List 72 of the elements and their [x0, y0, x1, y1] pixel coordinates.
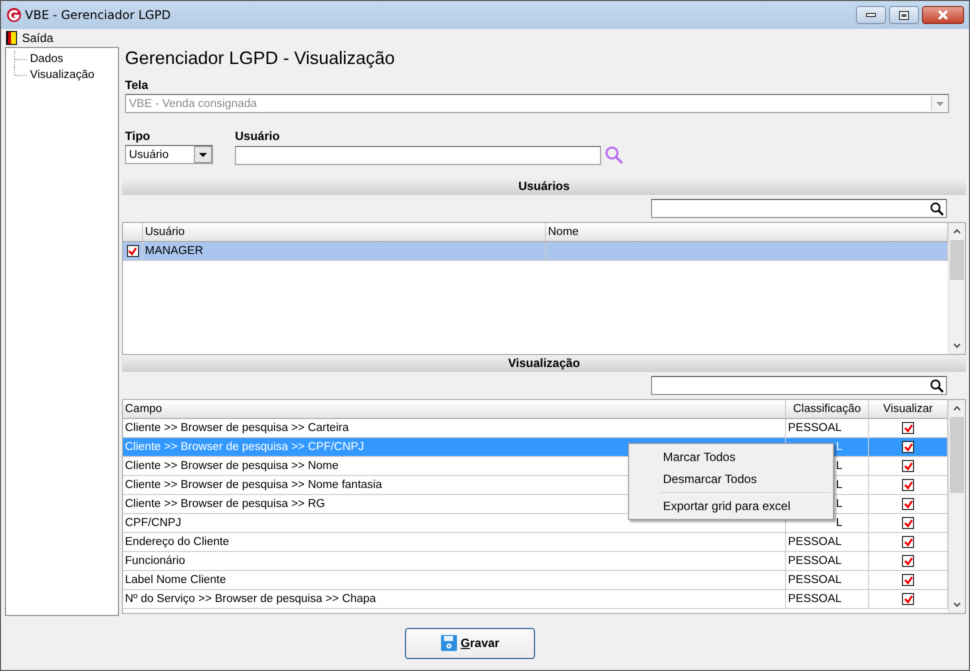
- filter-field[interactable]: [651, 376, 947, 395]
- filter-field[interactable]: [651, 199, 947, 218]
- scroll-down-icon[interactable]: [953, 343, 961, 348]
- checkbox[interactable]: [902, 574, 914, 586]
- field-row[interactable]: Nº do Serviço >> Browser de pesquisa >> Chapa PESSOAL: [123, 590, 948, 609]
- table-cell: Nº do Serviço >> Browser de pesquisa >> Chapa: [125, 593, 376, 605]
- page-title: Gerenciador LGPD - Visualização: [125, 48, 396, 70]
- table-cell: MANAGER: [145, 245, 204, 257]
- table-cell: Cliente >> Browser de pesquisa >> Carteira: [125, 422, 349, 434]
- tree-item[interactable]: Dados: [30, 53, 64, 65]
- table-cell: PESSOAL: [788, 536, 842, 548]
- user-input-field[interactable]: [235, 146, 601, 164]
- checkbox[interactable]: [902, 498, 914, 510]
- table-cell: PESSOAL: [788, 555, 842, 567]
- checkbox[interactable]: [902, 536, 914, 548]
- checkbox[interactable]: [902, 460, 914, 472]
- table-cell: Cliente >> Browser de pesquisa >> RG: [125, 498, 326, 510]
- checkbox[interactable]: [902, 422, 914, 434]
- close-button[interactable]: [922, 6, 964, 24]
- search-icon[interactable]: [930, 202, 944, 216]
- table-cell: L: [836, 460, 842, 472]
- field-row[interactable]: Label Nome Cliente PESSOAL: [123, 571, 948, 590]
- field-label: Usuário: [235, 129, 281, 143]
- table-cell: Cliente >> Browser de pesquisa >> CPF/CNPJ: [125, 441, 364, 453]
- column-header[interactable]: Campo: [123, 400, 786, 418]
- minimize-button[interactable]: [856, 6, 886, 24]
- scrollbar[interactable]: [948, 400, 965, 613]
- context-menu-item[interactable]: Exportar grid para excel: [629, 495, 833, 517]
- close-icon: [937, 10, 949, 20]
- logo-icon: [6, 7, 22, 23]
- field-row[interactable]: Funcionário PESSOAL: [123, 552, 948, 571]
- table-cell: PESSOAL: [788, 574, 842, 586]
- save-button[interactable]: Gravar: [405, 628, 535, 658]
- checkbox[interactable]: [902, 441, 914, 453]
- tree-item[interactable]: Visualização: [30, 69, 94, 81]
- field-label: Tela: [125, 78, 150, 92]
- table-cell: CPF/CNPJ: [125, 517, 182, 529]
- checkbox[interactable]: [902, 479, 914, 491]
- table-cell: Cliente >> Browser de pesquisa >> Nome fantasia: [125, 479, 382, 491]
- field-row[interactable]: Endereço do Cliente PESSOAL: [123, 533, 948, 552]
- type-dropdown[interactable]: Usuário: [125, 145, 213, 164]
- section-header: Visualização: [122, 355, 966, 372]
- section-header: Usuários: [122, 178, 966, 195]
- search-icon[interactable]: [930, 378, 944, 392]
- maximize-icon: [899, 10, 909, 20]
- column-header[interactable]: Usuário: [143, 223, 546, 241]
- table-cell: Funcionário: [125, 555, 186, 567]
- maximize-button[interactable]: [889, 6, 919, 24]
- table-cell: Endereço do Cliente: [125, 536, 230, 548]
- user-row[interactable]: MANAGER: [123, 242, 948, 261]
- table-cell: L: [836, 498, 842, 510]
- scroll-up-icon[interactable]: [953, 406, 961, 411]
- minimize-icon: [866, 13, 876, 17]
- scroll-down-icon[interactable]: [953, 602, 961, 607]
- scrollbar[interactable]: [948, 223, 965, 354]
- checkbox[interactable]: [902, 517, 914, 529]
- checkbox[interactable]: [902, 555, 914, 567]
- table-cell: L: [836, 441, 842, 453]
- table-cell: PESSOAL: [788, 422, 842, 434]
- checkbox[interactable]: [126, 245, 138, 257]
- table-cell: Label Nome Cliente: [125, 574, 226, 586]
- field-label: Tipo: [125, 129, 152, 143]
- exit-menu-item[interactable]: Saída: [6, 31, 54, 45]
- table-cell: PESSOAL: [788, 593, 842, 605]
- table-cell: L: [836, 517, 842, 529]
- table-cell: L: [836, 479, 842, 491]
- door-icon: [6, 31, 17, 45]
- checkbox[interactable]: [902, 593, 914, 605]
- scroll-up-icon[interactable]: [953, 229, 961, 234]
- window-title: VBE - Gerenciador LGPD: [25, 8, 171, 22]
- column-header[interactable]: Classificação: [786, 400, 869, 418]
- table-cell: Cliente >> Browser de pesquisa >> Nome: [125, 460, 339, 472]
